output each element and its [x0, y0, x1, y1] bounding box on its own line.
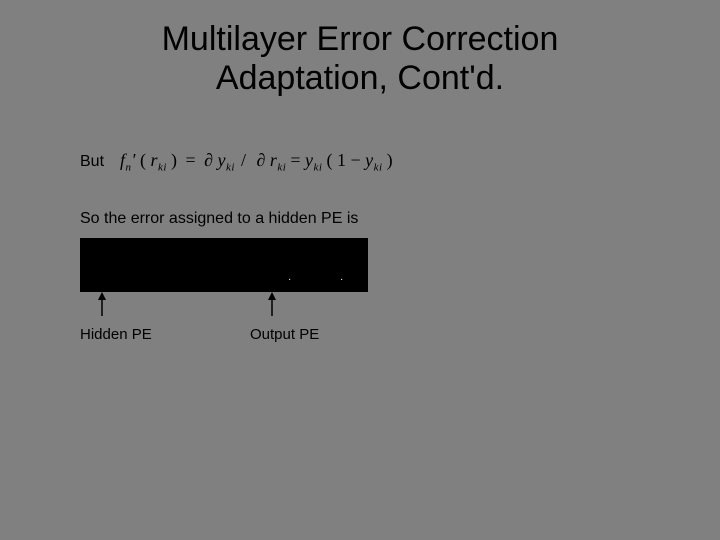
eq-ki5: ki — [374, 162, 383, 174]
slide-title: Multilayer Error Correction Adaptation, … — [0, 0, 720, 98]
eq-eq2: = — [286, 150, 305, 170]
eq-rparen-1: ) — [167, 150, 182, 170]
eq-partial2: ∂ — [252, 150, 269, 170]
arrows — [80, 292, 368, 318]
eq-lparen-2: ( — [322, 150, 337, 170]
eq-ki2: ki — [226, 162, 235, 174]
eq-minus: − — [346, 150, 365, 170]
slide: Multilayer Error Correction Adaptation, … — [0, 0, 720, 540]
eq-ki3: ki — [277, 162, 286, 174]
eq-eq1: = — [181, 150, 200, 170]
label-hidden-pe: Hidden PE — [80, 326, 152, 343]
hidden-formula-box: · · — [80, 238, 368, 292]
eq-rparen-2: ) — [383, 150, 398, 170]
arrows-svg — [80, 292, 368, 318]
so-line: So the error assigned to a hidden PE is — [80, 210, 640, 228]
eq-y2: y — [305, 150, 314, 170]
title-line-1: Multilayer Error Correction — [162, 20, 559, 58]
eq-slash: / — [235, 150, 253, 170]
eq-lparen-1: ( — [136, 150, 151, 170]
content-area: But fn′(rki)=∂yki/∂rki=yki(1−yki) So the… — [80, 150, 640, 326]
eq-ki1: ki — [158, 162, 167, 174]
title-line-2: Adaptation, Cont'd. — [216, 59, 504, 97]
tick-mark-2: · — [340, 274, 343, 285]
eq-y1: y — [218, 150, 227, 170]
but-row: But fn′(rki)=∂yki/∂rki=yki(1−yki) — [80, 150, 640, 174]
but-label: But — [80, 153, 104, 171]
eq-r1: r — [150, 150, 158, 170]
eq-partial1: ∂ — [200, 150, 217, 170]
label-output-pe: Output PE — [250, 326, 319, 343]
tick-mark-1: · — [288, 274, 291, 285]
equation: fn′(rki)=∂yki/∂rki=yki(1−yki) — [120, 150, 397, 174]
eq-y3: y — [365, 150, 374, 170]
